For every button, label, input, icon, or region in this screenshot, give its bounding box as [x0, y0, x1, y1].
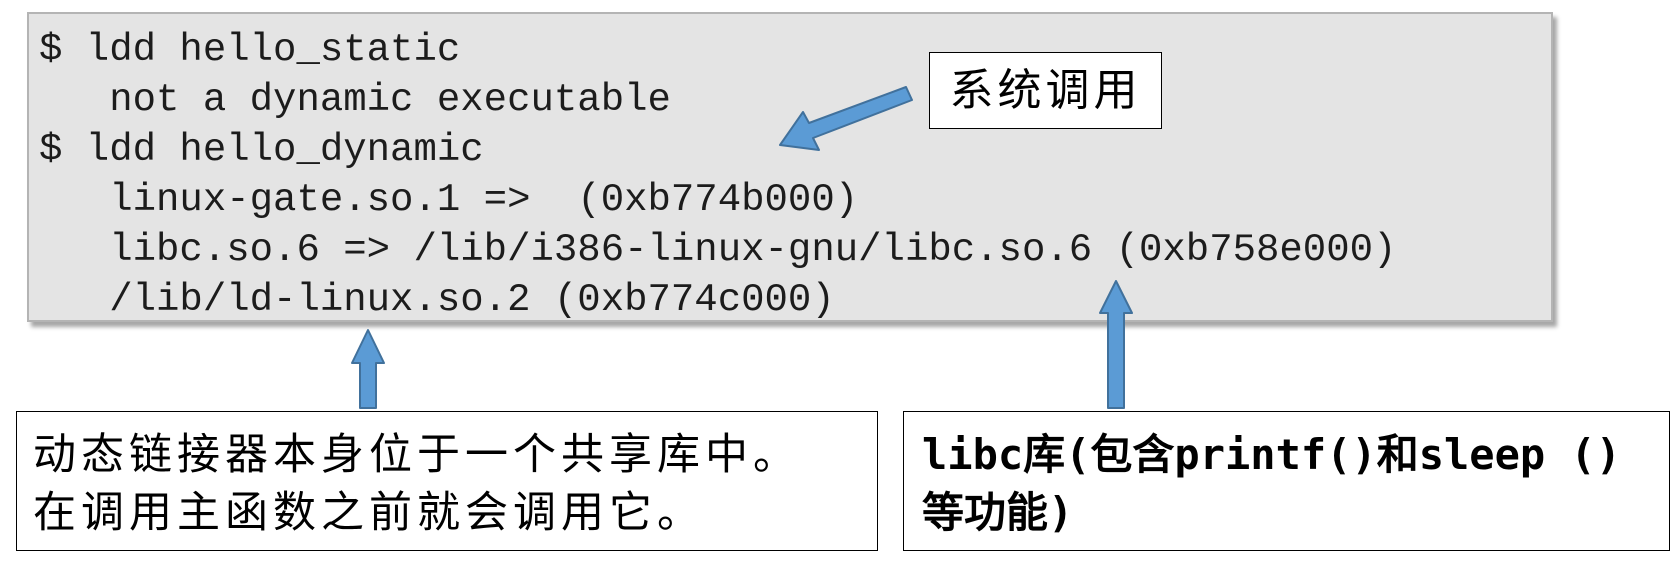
terminal-line: libc.so.6 => /lib/i386-linux-gnu/libc.so…	[39, 228, 1397, 272]
terminal-line: linux-gate.so.1 => (0xb774b000)	[39, 178, 859, 222]
terminal-line: $ ldd hello_static	[39, 28, 461, 72]
libc-text-line: 等功能)	[922, 488, 1074, 537]
dynamic-linker-text-line: 在调用主函数之前就会调用它。	[33, 488, 705, 538]
syscall-callout: 系统调用	[929, 52, 1162, 129]
syscall-callout-text: 系统调用	[949, 65, 1142, 116]
terminal-output: $ ldd hello_static not a dynamic executa…	[27, 12, 1553, 322]
libc-text-line: libc库(包含printf()和sleep ()	[922, 430, 1622, 479]
terminal-line: /lib/ld-linux.so.2 (0xb774c000)	[39, 278, 835, 322]
terminal-line: $ ldd hello_dynamic	[39, 128, 484, 172]
dynamic-linker-text-line: 动态链接器本身位于一个共享库中。	[33, 430, 801, 480]
dynamic-linker-callout: 动态链接器本身位于一个共享库中。 在调用主函数之前就会调用它。	[16, 411, 878, 551]
terminal-line: not a dynamic executable	[39, 78, 671, 122]
ld-linux-up-arrow	[351, 329, 385, 409]
libc-callout: libc库(包含printf()和sleep () 等功能)	[903, 411, 1670, 551]
